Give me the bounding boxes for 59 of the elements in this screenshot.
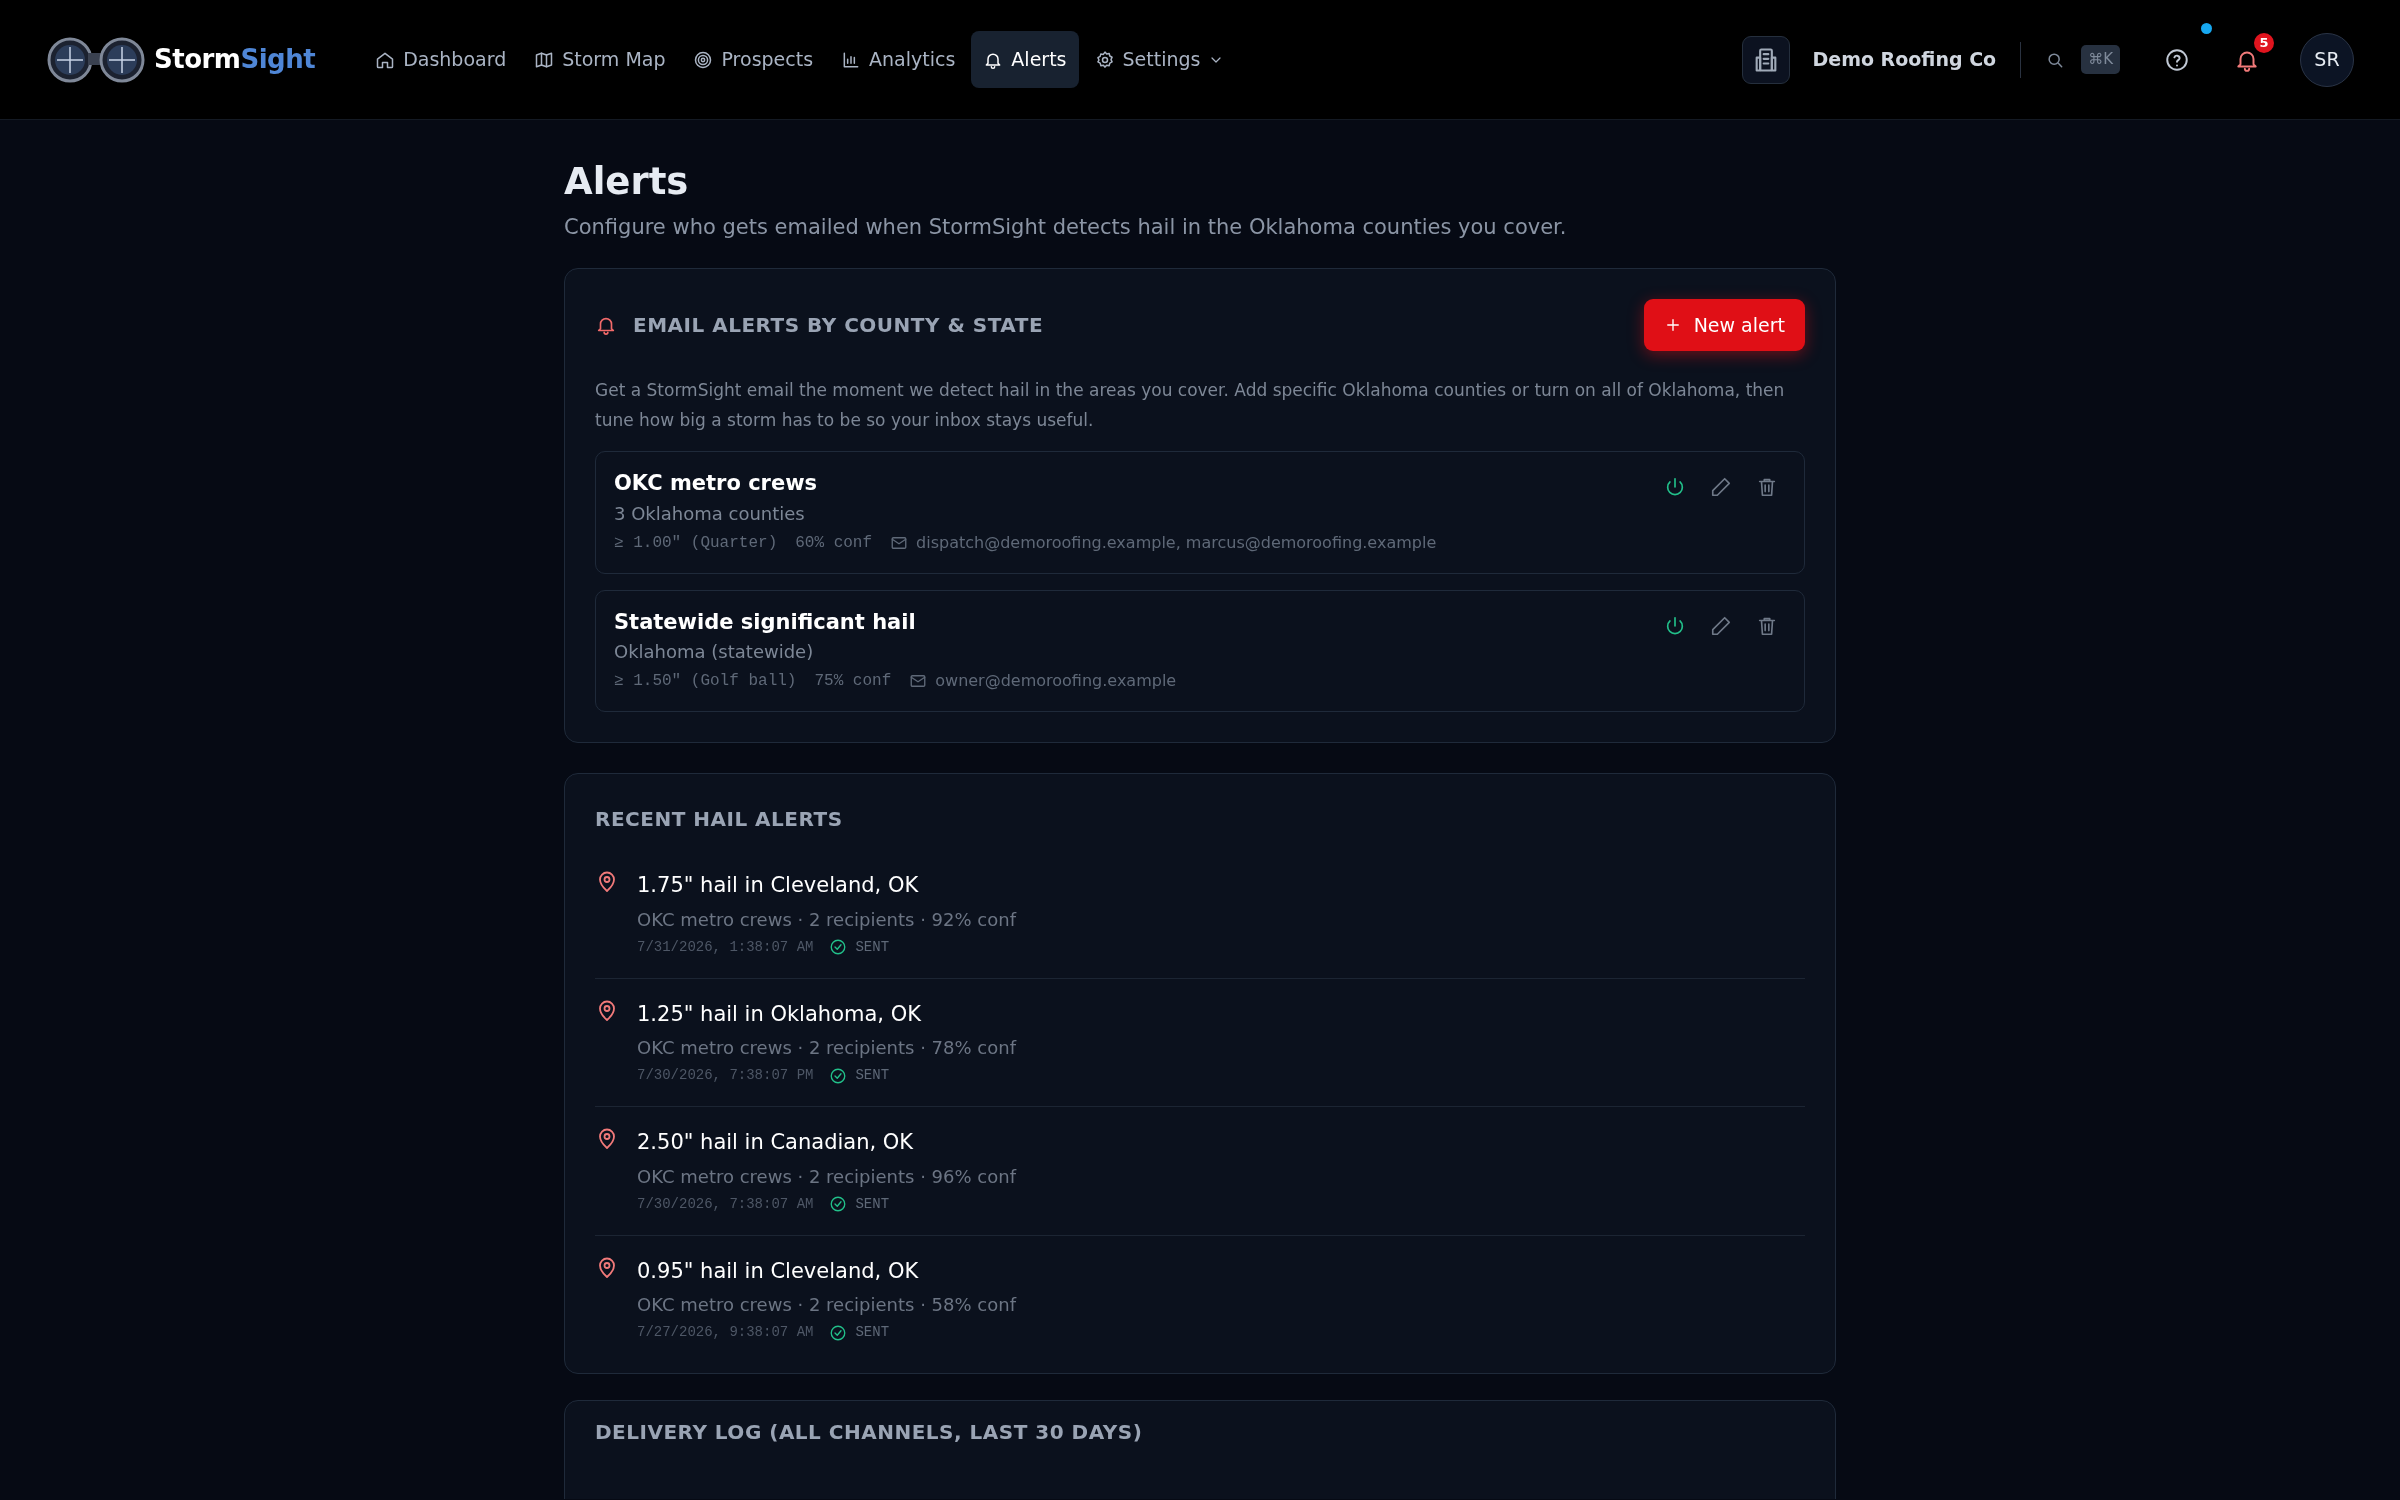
page-subtitle: Configure who gets emailed when StormSight detects hail in the Oklahoma counties you cover. [564, 214, 1568, 242]
hail-alert-title: 1.75" hail in Cleveland, OK [637, 872, 920, 900]
delivery-status: SENT [855, 1194, 890, 1214]
nav-tab[interactable]: Dashboard [363, 31, 519, 88]
alert-meta: OKC metro crews · 2 recipients · 92% conf [637, 907, 1016, 932]
edit-button[interactable] [1710, 614, 1732, 637]
nav-tab[interactable]: Settings [1082, 31, 1237, 88]
organization-button[interactable]: Demo Roofing Co [1742, 35, 1997, 84]
check-circle-icon [829, 938, 848, 957]
power-icon [1664, 614, 1686, 637]
alert-timestamp: 7/30/2026, 7:38:07 PM [637, 1066, 814, 1086]
delete-button[interactable] [1756, 476, 1778, 499]
rule-area: 3 Oklahoma counties [614, 499, 1664, 527]
recipient-emails: owner@demoroofing.example [935, 670, 1177, 693]
user-avatar[interactable]: SR [2300, 32, 2354, 87]
alert-meta: OKC metro crews · 2 recipients · 96% conf [637, 1164, 1016, 1189]
rule-name: Statewide significant hail [614, 608, 917, 636]
pencil-icon [1710, 614, 1732, 637]
notification-count: 5 [2254, 32, 2274, 53]
alert-timestamp: 7/27/2026, 9:38:07 AM [637, 1323, 814, 1343]
hail-size-threshold: ≥ 1.50" (Golf ball) [614, 671, 797, 693]
rule-name: OKC metro crews [614, 470, 819, 498]
confidence-threshold: 60% conf [795, 532, 873, 554]
alert-timestamp: 7/30/2026, 7:38:07 AM [637, 1194, 814, 1214]
alert-meta: OKC metro crews · 2 recipients · 58% conf [637, 1293, 1016, 1318]
nav-tab[interactable]: Analytics [829, 31, 968, 88]
panel-description: Get a StormSight email the moment we detect hail in the areas you cover. Add specific Oklahoma counties or turn on all of Oklahoma, then tune how big a storm has to be so your inbox stays useful. [595, 379, 1786, 433]
pencil-icon [1710, 476, 1732, 499]
check-circle-icon [829, 1323, 848, 1342]
delivery-status: SENT [855, 1066, 890, 1086]
new-alert-button[interactable]: New alert [1643, 298, 1805, 352]
hail-size-threshold: ≥ 1.00" (Quarter) [614, 532, 778, 554]
nav-tab[interactable]: Alerts [971, 31, 1079, 88]
trash-icon [1756, 476, 1778, 499]
settings-icon [1094, 49, 1115, 70]
alert-meta: OKC metro crews · 2 recipients · 78% conf [637, 1036, 1016, 1061]
panel-heading: RECENT HAIL ALERTS [595, 806, 844, 834]
hail-alert-title: 0.95" hail in Cleveland, OK [637, 1257, 920, 1285]
brand-name[interactable]: StormSight [154, 40, 316, 79]
page-title: Alerts [564, 160, 690, 205]
edit-button[interactable] [1710, 476, 1732, 499]
panel-heading: EMAIL ALERTS BY COUNTY & STATE [633, 312, 1044, 340]
hail-alert-title: 1.25" hail in Oklahoma, OK [637, 1000, 922, 1028]
rule-area: Oklahoma (statewide) [614, 638, 1664, 666]
nav-tab[interactable]: Prospects [681, 31, 826, 88]
delivery-status: SENT [855, 937, 890, 957]
power-toggle[interactable] [1664, 614, 1686, 637]
hail-alert-title: 2.50" hail in Canadian, OK [637, 1129, 915, 1157]
help-icon [2164, 46, 2190, 73]
check-circle-icon [829, 1066, 848, 1085]
target-icon [693, 49, 714, 70]
panel-heading: DELIVERY LOG (ALL CHANNELS, LAST 30 DAYS) [595, 1419, 1144, 1447]
nav-tab[interactable]: Storm Map [522, 31, 678, 88]
check-circle-icon [829, 1195, 848, 1214]
notifications-button[interactable]: 5 [2220, 32, 2274, 87]
alert-timestamp: 7/31/2026, 1:38:07 AM [637, 937, 814, 957]
delivery-status: SENT [855, 1323, 890, 1343]
recipient-emails: dispatch@demoroofing.example, marcus@demoroofing.example [916, 531, 1437, 554]
confidence-threshold: 75% conf [814, 671, 892, 693]
